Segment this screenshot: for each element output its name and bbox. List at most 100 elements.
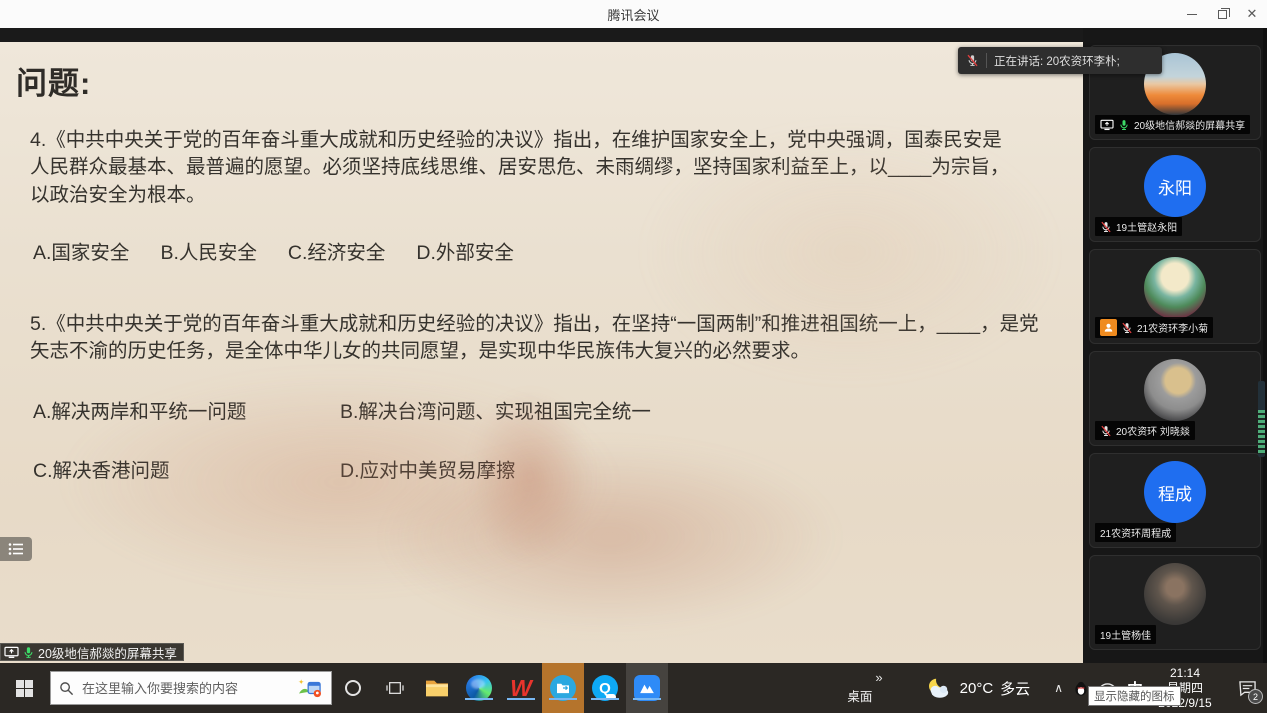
cortana-button[interactable]	[332, 663, 374, 713]
start-button[interactable]	[0, 663, 48, 713]
meeting-app-area: 问题: 4.《中共中央关于党的百年奋斗重大成就和历史经验的决议》指出，在维护国家…	[0, 28, 1267, 663]
participant-name: 20农资环 刘晓燚	[1116, 423, 1190, 438]
running-app-underline	[549, 698, 577, 700]
running-app-underline	[591, 698, 619, 700]
list-icon	[8, 542, 24, 556]
taskbar-search-box[interactable]: ✦	[50, 671, 332, 705]
participant-avatar-photo	[1144, 563, 1206, 625]
share-badge-label: 20级地信郝燚的屏幕共享	[38, 643, 177, 662]
folder-share-icon	[556, 682, 570, 694]
participant-name: 21农资环周程成	[1100, 525, 1171, 540]
participant-avatar-initials: 永阳	[1144, 155, 1206, 217]
mic-muted-icon	[1100, 221, 1112, 233]
windows-logo-icon	[16, 680, 33, 697]
q5-option-b: B.解决台湾问题、实现祖国完全统一	[340, 395, 1083, 424]
tray-tooltip: 显示隐藏的图标	[1088, 686, 1181, 706]
screen-share-badge: 20级地信郝燚的屏幕共享	[0, 643, 184, 661]
desktop-toolbar[interactable]: » 桌面	[847, 663, 882, 713]
participant-name-tag: 19土管赵永阳	[1095, 217, 1182, 236]
mic-on-icon	[22, 646, 35, 659]
q5-option-d: D.应对中美贸易摩擦	[340, 454, 1083, 483]
svg-text:✦: ✦	[298, 677, 304, 686]
q4-option-c: C.经济安全	[288, 236, 386, 265]
participant-avatar-initials: 程成	[1144, 461, 1206, 523]
action-center-button[interactable]: 2	[1227, 663, 1267, 713]
participant-name: 19土管赵永阳	[1116, 219, 1177, 234]
moon-cloud-icon	[923, 676, 953, 700]
minimize-icon	[1187, 14, 1197, 15]
now-speaking-banner: 正在讲话: 20农资环李朴;	[958, 47, 1162, 74]
weather-temp: 20°C	[960, 680, 994, 697]
participant-name: 21农资环李小菊	[1137, 320, 1208, 335]
participant-tile[interactable]: 19土管杨佳	[1089, 555, 1261, 650]
desktop-toolbar-label[interactable]: 桌面	[847, 686, 872, 705]
question-5-text: 5.《中共中央关于党的百年奋斗重大成就和历史经验的决议》指出，在坚持“一国两制”…	[30, 311, 1040, 366]
running-app-underline	[465, 698, 493, 700]
person-icon	[1103, 322, 1114, 333]
clock-time: 21:14	[1170, 666, 1200, 681]
search-icon	[59, 681, 74, 696]
window-title: 腾讯会议	[607, 5, 659, 24]
mic-muted-icon	[1100, 425, 1112, 437]
participant-name-tag: 20级地信郝燚的屏幕共享	[1095, 115, 1250, 134]
participants-sidebar: 20级地信郝燚的屏幕共享 永阳 19土管赵永阳	[1083, 28, 1267, 663]
q5-option-a: A.解决两岸和平统一问题	[33, 395, 340, 424]
screen-share-icon	[4, 646, 19, 659]
close-icon: ✕	[1247, 6, 1258, 22]
weather-widget[interactable]: 20°C 多云	[923, 663, 1031, 713]
question-4-text: 4.《中共中央关于党的百年奋斗重大成就和历史经验的决议》指出，在维护国家安全上，…	[30, 127, 1020, 209]
slide-heading: 问题:	[16, 58, 1083, 103]
qq-browser-button[interactable]: Q	[584, 663, 626, 713]
participant-avatar-photo	[1144, 359, 1206, 421]
cortana-icon	[345, 680, 361, 696]
mic-muted-icon[interactable]	[966, 54, 979, 67]
task-view-icon	[386, 680, 404, 696]
participant-tile[interactable]: 永阳 19土管赵永阳	[1089, 147, 1261, 242]
tencent-meeting-window: 腾讯会议 ✕ 问题: 4.《中共中央关于党的百年奋斗重大成就和历史经验的决议》指…	[0, 0, 1267, 713]
tray-show-hidden-chevron[interactable]: ∧	[1054, 681, 1063, 695]
restore-button[interactable]	[1207, 0, 1237, 28]
audio-level-meter	[1258, 381, 1265, 457]
mic-on-icon	[1118, 119, 1130, 131]
weather-condition: 多云	[1000, 678, 1030, 699]
person-badge-icon	[1100, 319, 1117, 336]
notification-count-badge: 2	[1248, 689, 1263, 704]
search-input[interactable]	[82, 681, 289, 696]
outline-panel-toggle[interactable]	[0, 537, 32, 561]
q5-option-c: C.解决香港问题	[33, 454, 340, 483]
participant-name-tag: 19土管杨佳	[1095, 625, 1156, 644]
mic-muted-icon	[1121, 322, 1133, 334]
sidebar-scrollbar[interactable]	[1263, 28, 1267, 663]
q4-option-a: A.国家安全	[33, 236, 129, 265]
mountains-glyph	[639, 682, 655, 694]
task-view-button[interactable]	[374, 663, 416, 713]
participant-avatar-photo	[1144, 257, 1206, 319]
now-speaking-text: 正在讲话: 20农资环李朴;	[994, 53, 1120, 69]
audio-level-bars	[1258, 410, 1265, 454]
banner-divider	[986, 53, 987, 68]
file-explorer-button[interactable]	[416, 663, 458, 713]
q4-option-b: B.人民安全	[160, 236, 256, 265]
shared-screen-slide: 问题: 4.《中共中央关于党的百年奋斗重大成就和历史经验的决议》指出，在维护国家…	[0, 42, 1083, 663]
question-5-options: A.解决两岸和平统一问题 B.解决台湾问题、实现祖国完全统一 C.解决香港问题 …	[33, 395, 1083, 483]
question-4-options: A.国家安全 B.人民安全 C.经济安全 D.外部安全	[33, 236, 1083, 265]
tencent-meeting-taskbar-button[interactable]	[626, 663, 668, 713]
wps-office-button[interactable]: W	[500, 663, 542, 713]
minimize-button[interactable]	[1177, 0, 1207, 28]
participant-name-tag: 21农资环周程成	[1095, 523, 1176, 542]
restore-icon	[1218, 10, 1227, 19]
search-highlights-weather-icon: ✦	[297, 677, 323, 699]
edge-browser-button[interactable]	[458, 663, 500, 713]
qq-penguin-icon[interactable]	[1074, 681, 1088, 696]
attention-app-button[interactable]	[542, 663, 584, 713]
participant-tile[interactable]: 20农资环 刘晓燚	[1089, 351, 1261, 446]
window-controls: ✕	[1177, 0, 1267, 28]
wps-icon: W	[510, 677, 532, 700]
toolbar-overflow-chevron[interactable]: »	[875, 671, 882, 684]
close-button[interactable]: ✕	[1237, 0, 1267, 28]
taskbar-spacer	[668, 663, 847, 713]
participant-tile[interactable]: 程成 21农资环周程成	[1089, 453, 1261, 548]
file-explorer-icon	[424, 677, 450, 699]
windows-taskbar: ✦ W	[0, 663, 1267, 713]
participant-tile[interactable]: 21农资环李小菊	[1089, 249, 1261, 344]
